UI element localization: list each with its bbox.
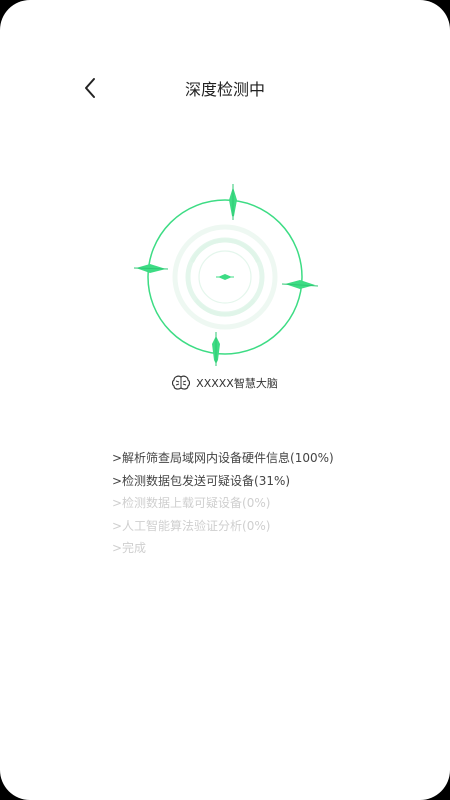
screen: 深度检测中 XXXXX智慧大脑 >解析筛查局域网内设备硬件信息(100%) >检… <box>0 0 450 800</box>
page-title: 深度检测中 <box>184 80 265 99</box>
progress-steps: >解析筛查局域网内设备硬件信息(100%) >检测数据包发送可疑设备(31%) … <box>112 447 412 560</box>
step-item: >检测数据上载可疑设备(0%) <box>112 496 271 510</box>
brand-row: XXXXX智慧大脑 <box>0 372 450 394</box>
step-item: >检测数据包发送可疑设备(31%) <box>112 473 291 488</box>
step-item: >人工智能算法验证分析(0%) <box>112 518 271 533</box>
brand-label: XXXXX智慧大脑 <box>196 377 278 390</box>
step-item: >解析筛查局域网内设备硬件信息(100%) <box>112 451 334 465</box>
header: 深度检测中 <box>0 70 450 106</box>
radar-scanner <box>130 182 320 372</box>
radar-scanner-icon <box>133 184 319 366</box>
brain-icon <box>172 375 191 390</box>
step-item: >完成 <box>112 541 147 555</box>
